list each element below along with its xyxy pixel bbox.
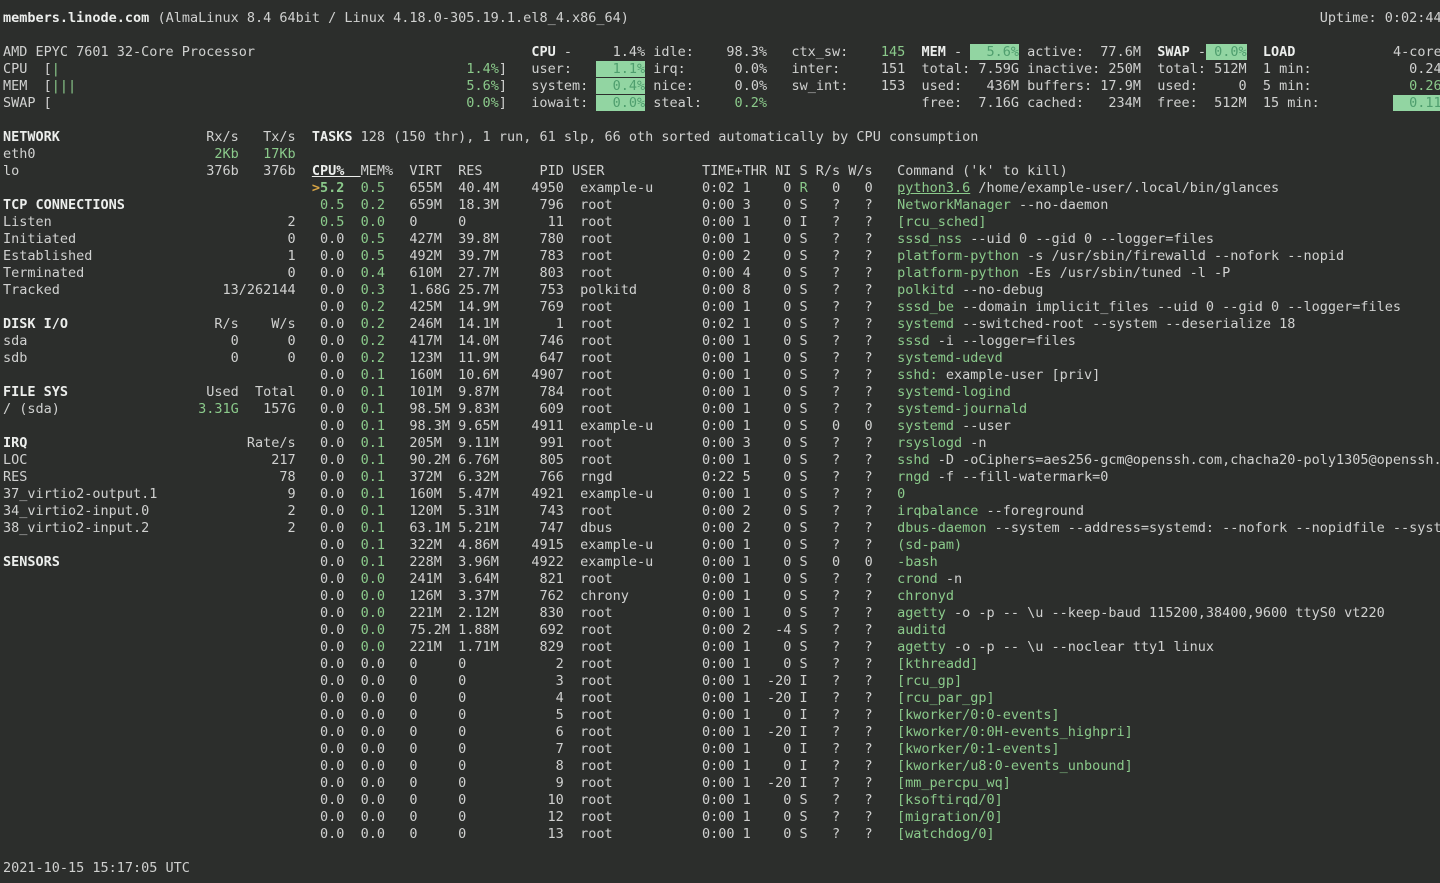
- process-row: Established 1 0.0 0.5 492M 39.7M 783 roo…: [3, 248, 1440, 265]
- process-row: 0.0 0.0 0 0 3 root 0:00 1 -20 I ? ? [rcu…: [3, 673, 1440, 690]
- process-row: 0.0 0.0 0 0 7 root 0:00 1 0 I ? ? [kwork…: [3, 741, 1440, 758]
- titlebar-line: members.linode.com (AlmaLinux 8.4 64bit …: [3, 10, 1440, 27]
- process-row: TCP CONNECTIONS 0.5 0.2 659M 18.3M 796 r…: [3, 197, 1440, 214]
- tasks-summary-line: NETWORK Rx/s Tx/s TASKS 128 (150 thr), 1…: [3, 129, 1440, 146]
- process-row: Terminated 0 0.0 0.4 610M 27.7M 803 root…: [3, 265, 1440, 282]
- process-row: 38_virtio2-input.2 2 0.0 0.1 63.1M 5.21M…: [3, 520, 1440, 537]
- process-row: RES 78 0.0 0.1 372M 6.32M 766 rngd 0:22 …: [3, 469, 1440, 486]
- process-row: >5.2 0.5 655M 40.4M 4950 example-u 0:02 …: [3, 180, 1440, 197]
- process-row: sdb 0 0 0.0 0.2 123M 11.9M 647 root 0:00…: [3, 350, 1440, 367]
- process-row: / (sda) 3.31G 157G 0.0 0.1 98.5M 9.83M 6…: [3, 401, 1440, 418]
- process-row: 0.0 0.1 160M 10.6M 4907 root 0:00 1 0 S …: [3, 367, 1440, 384]
- process-row: FILE SYS Used Total 0.0 0.1 101M 9.87M 7…: [3, 384, 1440, 401]
- process-row: 0.0 0.1 322M 4.86M 4915 example-u 0:00 1…: [3, 537, 1440, 554]
- process-row: 0.0 0.0 0 0 4 root 0:00 1 -20 I ? ? [rcu…: [3, 690, 1440, 707]
- process-row: 0.0 0.0 0 0 10 root 0:00 1 0 S ? ? [ksof…: [3, 792, 1440, 809]
- process-row: sda 0 0 0.0 0.2 417M 14.0M 746 root 0:00…: [3, 333, 1440, 350]
- clock-line: 2021-10-15 15:17:05 UTC: [3, 860, 1440, 877]
- terminal-line: [3, 27, 1440, 44]
- process-row: 0.0 0.0 0 0 9 root 0:00 1 -20 I ? ? [mm_…: [3, 775, 1440, 792]
- process-row: 0.0 0.0 0 0 5 root 0:00 1 0 I ? ? [kwork…: [3, 707, 1440, 724]
- glances-terminal[interactable]: members.linode.com (AlmaLinux 8.4 64bit …: [0, 0, 1440, 883]
- process-table-header-line: lo 376b 376b CPU% MEM% VIRT RES PID USER…: [3, 163, 1440, 180]
- process-row: 0.0 0.2 425M 14.9M 769 root 0:00 1 0 S ?…: [3, 299, 1440, 316]
- process-row: 0.0 0.0 0 0 12 root 0:00 1 0 S ? ? [migr…: [3, 809, 1440, 826]
- process-row: Tracked 13/262144 0.0 0.3 1.68G 25.7M 75…: [3, 282, 1440, 299]
- process-row: 0.0 0.0 0 0 6 root 0:00 1 -20 I ? ? [kwo…: [3, 724, 1440, 741]
- process-row: 0.0 0.0 0 0 13 root 0:00 1 0 S ? ? [watc…: [3, 826, 1440, 843]
- process-row: 0.0 0.0 126M 3.37M 762 chrony 0:00 1 0 S…: [3, 588, 1440, 605]
- process-row: SENSORS 0.0 0.1 228M 3.96M 4922 example-…: [3, 554, 1440, 571]
- process-row: 0.0 0.0 221M 2.12M 830 root 0:00 1 0 S ?…: [3, 605, 1440, 622]
- process-row: DISK I/O R/s W/s 0.0 0.2 246M 14.1M 1 ro…: [3, 316, 1440, 333]
- process-row: Listen 2 0.5 0.0 0 0 11 root 0:00 1 0 I …: [3, 214, 1440, 231]
- process-row: 0.0 0.1 98.3M 9.65M 4911 example-u 0:00 …: [3, 418, 1440, 435]
- process-row: IRQ Rate/s 0.0 0.1 205M 9.11M 991 root 0…: [3, 435, 1440, 452]
- process-row: 0.0 0.0 0 0 8 root 0:00 1 0 I ? ? [kwork…: [3, 758, 1440, 775]
- process-row: 34_virtio2-input.0 2 0.0 0.1 120M 5.31M …: [3, 503, 1440, 520]
- quicklook-mem-gauge: MEM [||| 5.6%] system: 0.4% nice: 0.0% s…: [3, 78, 1440, 95]
- glances-app: { "titlebar": { "hostname": "members.lin…: [0, 0, 1440, 883]
- process-row: 37_virtio2-output.1 9 0.0 0.1 160M 5.47M…: [3, 486, 1440, 503]
- terminal-line: [3, 112, 1440, 129]
- process-row: 0.0 0.0 221M 1.71M 829 root 0:00 1 0 S ?…: [3, 639, 1440, 656]
- process-row: 0.0 0.0 0 0 2 root 0:00 1 0 S ? ? [kthre…: [3, 656, 1440, 673]
- cpu-model-line: AMD EPYC 7601 32-Core Processor CPU - 1.…: [3, 44, 1440, 61]
- terminal-line: [3, 843, 1440, 860]
- quicklook-cpu-gauge: CPU [| 1.4%] user: 1.1% irq: 0.0% inter:…: [3, 61, 1440, 78]
- process-row: 0.0 0.0 75.2M 1.88M 692 root 0:00 2 -4 S…: [3, 622, 1440, 639]
- process-row: Initiated 0 0.0 0.5 427M 39.8M 780 root …: [3, 231, 1440, 248]
- process-row: LOC 217 0.0 0.1 90.2M 6.76M 805 root 0:0…: [3, 452, 1440, 469]
- terminal-line: eth0 2Kb 17Kb: [3, 146, 1440, 163]
- quicklook-swap-gauge: SWAP [ 0.0%] iowait: 0.0% steal: 0.2% fr…: [3, 95, 1440, 112]
- process-row: 0.0 0.0 241M 3.64M 821 root 0:00 1 0 S ?…: [3, 571, 1440, 588]
